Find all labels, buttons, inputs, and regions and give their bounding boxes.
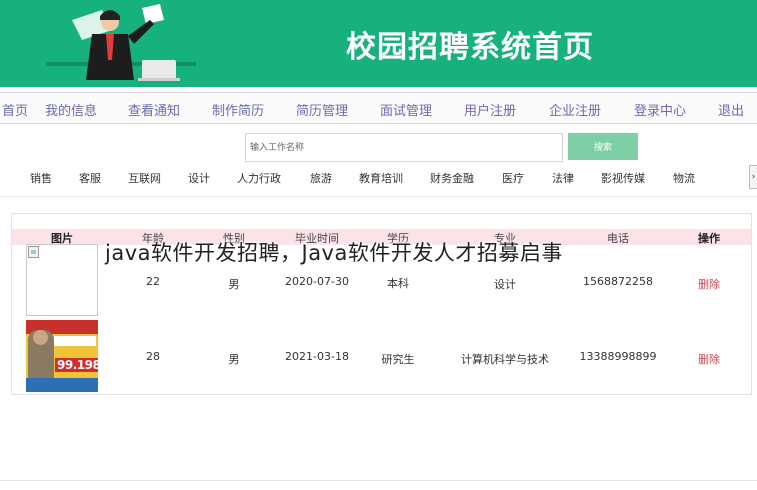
search-button[interactable]: 搜索 bbox=[568, 133, 638, 160]
search-input[interactable] bbox=[245, 133, 563, 162]
cell-gender: 男 bbox=[228, 353, 240, 366]
nav-user-register[interactable]: 用户注册 bbox=[464, 100, 516, 119]
page-title: 校园招聘系统首页 bbox=[346, 30, 594, 65]
nav-notices[interactable]: 查看通知 bbox=[128, 100, 180, 119]
nav-interview-manage[interactable]: 面试管理 bbox=[380, 100, 432, 119]
cell-major: 计算机科学与技术 bbox=[461, 353, 549, 366]
cell-age: 22 bbox=[146, 275, 160, 288]
cell-education: 研究生 bbox=[381, 353, 415, 366]
nav-make-resume[interactable]: 制作简历 bbox=[212, 100, 264, 119]
main-nav: 首页 我的信息 查看通知 制作简历 简历管理 面试管理 用户注册 企业注册 登录… bbox=[0, 92, 757, 124]
nav-my-info[interactable]: 我的信息 bbox=[45, 100, 97, 119]
category-law[interactable]: 法律 bbox=[552, 170, 574, 186]
cell-grad-date: 2021-03-18 bbox=[285, 350, 349, 363]
article-title-overlay: java软件开发招聘，Java软件开发人才招募启事 bbox=[105, 241, 563, 265]
nav-home[interactable]: 首页 bbox=[2, 100, 28, 119]
businessman-illustration bbox=[46, 4, 196, 81]
recruitment-poster-image: 99.198 bbox=[26, 320, 98, 392]
category-customer-service[interactable]: 客服 bbox=[79, 170, 101, 186]
cell-major: 设计 bbox=[494, 278, 516, 291]
category-internet[interactable]: 互联网 bbox=[128, 170, 161, 186]
category-medical[interactable]: 医疗 bbox=[502, 170, 524, 186]
cell-grad-date: 2020-07-30 bbox=[285, 275, 349, 288]
delete-button[interactable]: 删除 bbox=[698, 276, 720, 292]
category-design[interactable]: 设计 bbox=[188, 170, 210, 186]
category-logistics[interactable]: 物流 bbox=[673, 170, 695, 186]
cell-age: 28 bbox=[146, 350, 160, 363]
category-scroll-arrow[interactable]: › bbox=[749, 165, 757, 189]
broken-image-icon bbox=[26, 244, 98, 316]
nav-company-register[interactable]: 企业注册 bbox=[549, 100, 601, 119]
delete-button[interactable]: 删除 bbox=[698, 351, 720, 367]
table-row: 99.198 28 男 2021-03-18 研究生 计算机科学与技术 1338… bbox=[12, 320, 751, 394]
category-education[interactable]: 教育培训 bbox=[359, 170, 403, 186]
poster-price: 99.198 bbox=[55, 358, 98, 372]
cell-education: 本科 bbox=[387, 277, 409, 290]
category-hr-admin[interactable]: 人力行政 bbox=[237, 170, 281, 186]
nav-resume-manage[interactable]: 简历管理 bbox=[296, 100, 348, 119]
nav-logout[interactable]: 退出 bbox=[718, 100, 744, 119]
header-banner: 校园招聘系统首页 bbox=[0, 0, 757, 87]
cell-phone: 13388998899 bbox=[579, 350, 657, 363]
nav-login[interactable]: 登录中心 bbox=[634, 100, 686, 119]
cell-phone: 1568872258 bbox=[583, 275, 653, 288]
category-sales[interactable]: 销售 bbox=[30, 170, 52, 186]
divider bbox=[0, 480, 757, 481]
divider bbox=[0, 196, 757, 197]
category-finance[interactable]: 财务金融 bbox=[430, 170, 474, 186]
cell-gender: 男 bbox=[228, 278, 240, 291]
category-travel[interactable]: 旅游 bbox=[310, 170, 332, 186]
category-media[interactable]: 影视传媒 bbox=[601, 170, 645, 186]
